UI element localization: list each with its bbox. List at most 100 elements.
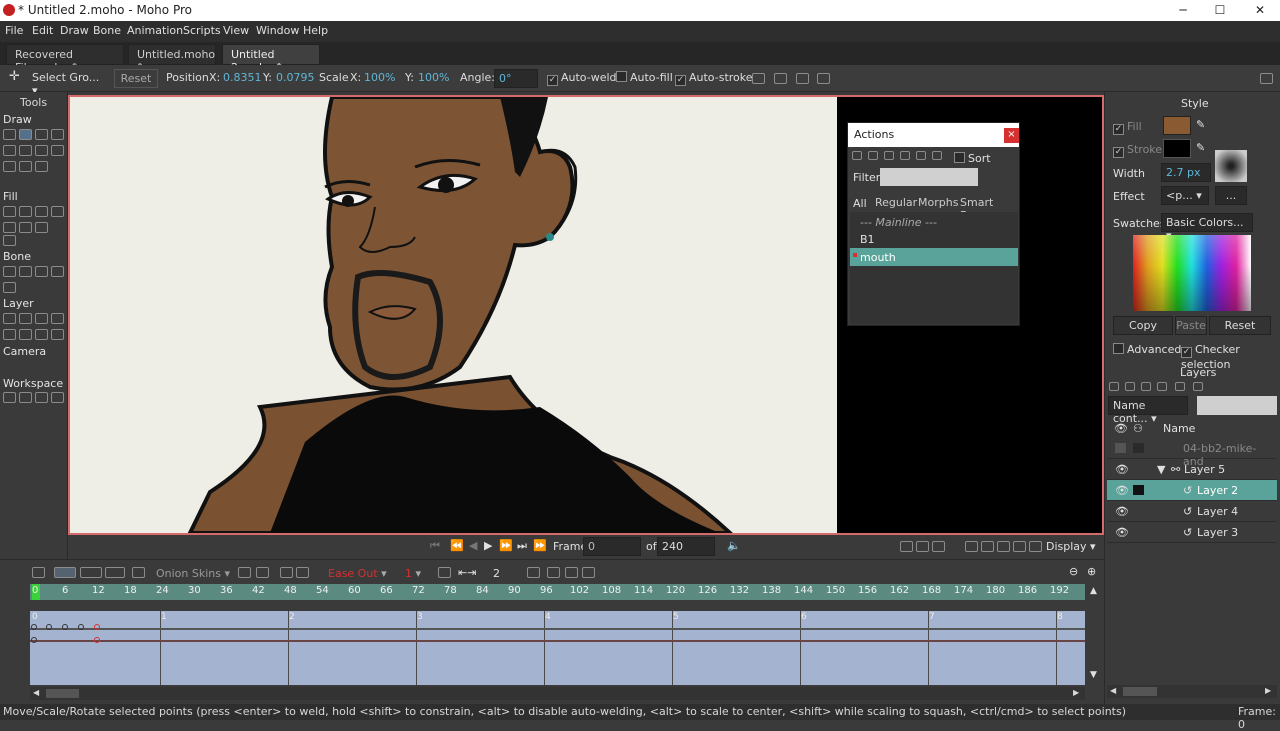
menu-bone[interactable]: Bone (93, 24, 121, 37)
layer-color-icon[interactable] (1133, 485, 1144, 495)
scroll-left-icon[interactable]: ◀ (1110, 686, 1116, 695)
select-points-icon[interactable] (3, 129, 16, 140)
canvas-viewport[interactable]: Actions × Sort Filter: All Regular Morph… (68, 95, 1104, 535)
view-mode-2-icon[interactable] (916, 541, 929, 552)
layer-settings-icon[interactable] (1193, 382, 1203, 391)
pivot-tool-icon[interactable] (796, 73, 809, 84)
timeline-extra-2-icon[interactable] (547, 567, 560, 578)
menu-animation[interactable]: Animation (127, 24, 183, 37)
rectangle-icon[interactable] (35, 145, 48, 156)
eye-icon[interactable]: 👁 (1115, 484, 1129, 497)
bezier-interp-icon[interactable] (105, 567, 125, 578)
flip-tool-icon[interactable] (752, 73, 765, 84)
zoom-icon[interactable] (19, 392, 32, 403)
render-mode-4-icon[interactable] (1013, 541, 1026, 552)
scroll-right-icon[interactable]: ▶ (1265, 686, 1271, 695)
keyframe[interactable] (78, 624, 84, 630)
onion-skins-dropdown[interactable]: Onion Skins ▾ (156, 567, 230, 580)
timeline-tool-icon[interactable] (32, 567, 45, 578)
render-mode-1-icon[interactable] (965, 541, 978, 552)
cycle-keys-icon[interactable]: ⇤⇥ (458, 566, 476, 579)
line-width-icon[interactable] (3, 222, 16, 233)
scroll-right-icon[interactable]: ▶ (1073, 688, 1079, 697)
ease-dropdown[interactable]: Ease Out ▾ (328, 567, 387, 580)
layer-search-input[interactable] (1197, 396, 1277, 415)
eye-icon[interactable]: 👁 (1115, 526, 1129, 539)
list-item[interactable]: --- Mainline --- (860, 216, 937, 229)
actions-tab-morphs[interactable]: Morphs (918, 196, 958, 209)
prev-key-icon[interactable]: ⏪ (450, 539, 464, 552)
oval-icon[interactable] (51, 145, 64, 156)
menu-draw[interactable]: Draw (60, 24, 89, 37)
keyframe-option-icon[interactable] (438, 567, 451, 578)
effect-dropdown[interactable]: <p... ▾ (1161, 186, 1209, 205)
menu-window[interactable]: Window (256, 24, 299, 37)
position-y-field[interactable]: 0.0795 (272, 69, 315, 88)
stroke-color-swatch[interactable] (1163, 139, 1191, 158)
eye-icon[interactable]: 👁 (1115, 505, 1129, 518)
next-frame-icon[interactable]: ⏩ (499, 539, 513, 552)
draw-shape-icon[interactable] (3, 145, 16, 156)
effect-more-button[interactable]: ... (1215, 186, 1247, 205)
tab-recovered-file[interactable]: Recovered File.moho ✎ (6, 44, 124, 74)
next-key-icon[interactable]: ⏭ (517, 539, 527, 553)
play-icon[interactable]: ▶ (484, 539, 492, 552)
keyframe[interactable] (46, 624, 52, 630)
track-area[interactable]: 0 1 2 3 4 5 6 7 8 (30, 611, 1085, 685)
freehand-icon[interactable] (19, 145, 32, 156)
stroke-exposure-icon[interactable] (35, 222, 48, 233)
add-point-icon[interactable] (35, 129, 48, 140)
scrollbar-thumb[interactable] (1123, 687, 1157, 696)
first-frame-icon[interactable]: ⏮ (430, 539, 440, 553)
scrollbar-thumb[interactable] (46, 689, 79, 698)
menu-edit[interactable]: Edit (32, 24, 53, 37)
rename-action-icon[interactable] (884, 151, 894, 160)
stroke-checkbox[interactable]: ✓ Stroke (1113, 143, 1162, 158)
frame-ruler[interactable]: 0 6 12 18 24 30 36 42 48 54 60 66 72 78 … (30, 584, 1085, 600)
swatches-dropdown[interactable]: Basic Colors... ▾ (1161, 213, 1253, 242)
layer-sort-dropdown[interactable]: Name cont... ▾ (1108, 396, 1188, 425)
stage-area[interactable] (70, 97, 837, 533)
audio-icon[interactable]: 🔈 (727, 539, 741, 552)
actions-tab-regular[interactable]: Regular (875, 196, 917, 209)
view-mode-3-icon[interactable] (932, 541, 945, 552)
angle-field[interactable]: 0° (494, 69, 538, 88)
list-item-selected[interactable]: mouth (850, 248, 1018, 266)
smooth-interp-icon[interactable] (54, 567, 76, 578)
brush-preview[interactable] (1215, 150, 1247, 182)
timeline-extra-3-icon[interactable] (565, 567, 578, 578)
width-field[interactable]: 2.7 px (1161, 163, 1211, 182)
layer-menu-icon[interactable] (1175, 382, 1185, 391)
actions-tab-all[interactable]: All (853, 197, 867, 210)
transform-points-icon[interactable] (19, 129, 32, 140)
zoom-in-icon[interactable]: ⊕ (1087, 565, 1096, 578)
tab-untitled[interactable]: Untitled.moho ✎ (128, 44, 216, 74)
menu-help[interactable]: Help (303, 24, 328, 37)
prev-frame-icon[interactable]: ◀ (469, 539, 477, 552)
paste-button[interactable]: Paste (1175, 316, 1207, 335)
layer-row[interactable]: 👁 ↺ Layer 3 (1107, 522, 1277, 543)
scale-x-field[interactable]: 100% (360, 69, 398, 88)
copy-button[interactable]: Copy (1113, 316, 1173, 335)
layer-row-selected[interactable]: 👁 ↺ Layer 2 (1107, 480, 1277, 501)
reset-style-button[interactable]: Reset (1209, 316, 1271, 335)
display-dropdown[interactable]: Display ▾ (1046, 540, 1096, 553)
key-link-icon[interactable] (256, 567, 269, 578)
horizontal-scrollbar[interactable]: ◀ ▶ (30, 687, 1085, 700)
bone-strength-icon[interactable] (3, 282, 16, 293)
shear-layer-icon[interactable] (51, 313, 64, 324)
collapse-arrow-icon[interactable]: ▼ (1157, 463, 1165, 476)
keyframe[interactable] (62, 624, 68, 630)
layer-row[interactable]: 👁 ▼ ⚯ Layer 5 (1107, 459, 1277, 480)
zoom-out-icon[interactable]: ⊖ (1069, 565, 1078, 578)
delete-layer-icon[interactable] (1157, 382, 1167, 391)
sort-checkbox[interactable]: Sort (954, 152, 991, 165)
layer-color-icon[interactable] (1133, 443, 1144, 453)
layer-row[interactable]: 👁 ↺ Layer 4 (1107, 501, 1277, 522)
render-mode-3-icon[interactable] (997, 541, 1010, 552)
eye-icon[interactable]: 👁 (1115, 463, 1129, 476)
view-mode-1-icon[interactable] (900, 541, 913, 552)
new-layer-icon[interactable] (1109, 382, 1119, 391)
close-button[interactable]: ✕ (1240, 0, 1280, 21)
layer-tool-6-icon[interactable] (19, 329, 32, 340)
